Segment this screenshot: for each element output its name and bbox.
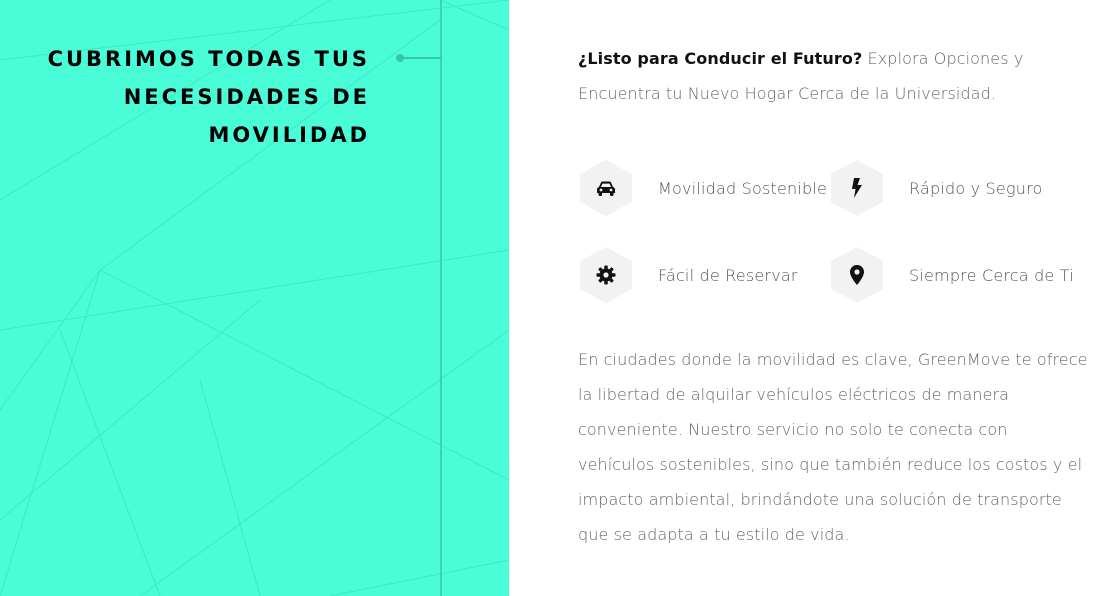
map-pin-icon	[850, 265, 864, 285]
feature-label: Siempre Cerca de Ti	[909, 265, 1074, 285]
description-paragraph: En ciudades donde la movilidad es clave,…	[578, 350, 1088, 544]
heading-line-2: NECESIDADES DE	[123, 85, 370, 109]
feature-rapido-seguro: Rápido y Seguro	[831, 160, 1043, 216]
feature-hex	[580, 160, 632, 216]
feature-hex	[831, 247, 883, 303]
car-icon	[597, 181, 615, 196]
feature-movilidad-sostenible: Movilidad Sostenible	[580, 160, 827, 216]
vertical-timeline-line	[440, 0, 442, 596]
heading-line-1: CUBRIMOS TODAS TUS	[47, 47, 370, 71]
heading-line-3: MOVILIDAD	[208, 123, 370, 147]
feature-facil-reservar: Fácil de Reservar	[580, 247, 798, 303]
intro-paragraph: ¿Listo para Conducir el Futuro? Explora …	[578, 41, 1088, 111]
section-heading: CUBRIMOS TODAS TUS NECESIDADES DE MOVILI…	[10, 40, 370, 154]
connector-dot	[396, 54, 404, 62]
heading-connector	[396, 53, 442, 63]
feature-siempre-cerca: Siempre Cerca de Ti	[831, 247, 1074, 303]
bolt-icon	[852, 178, 862, 198]
gear-icon	[596, 265, 616, 285]
feature-hex	[831, 160, 883, 216]
connector-line	[402, 57, 442, 59]
feature-label: Fácil de Reservar	[658, 265, 798, 285]
feature-label: Rápido y Seguro	[909, 178, 1043, 198]
feature-label: Movilidad Sostenible	[658, 178, 828, 198]
intro-bold: ¿Listo para Conducir el Futuro?	[578, 49, 863, 68]
feature-hex	[580, 247, 632, 303]
